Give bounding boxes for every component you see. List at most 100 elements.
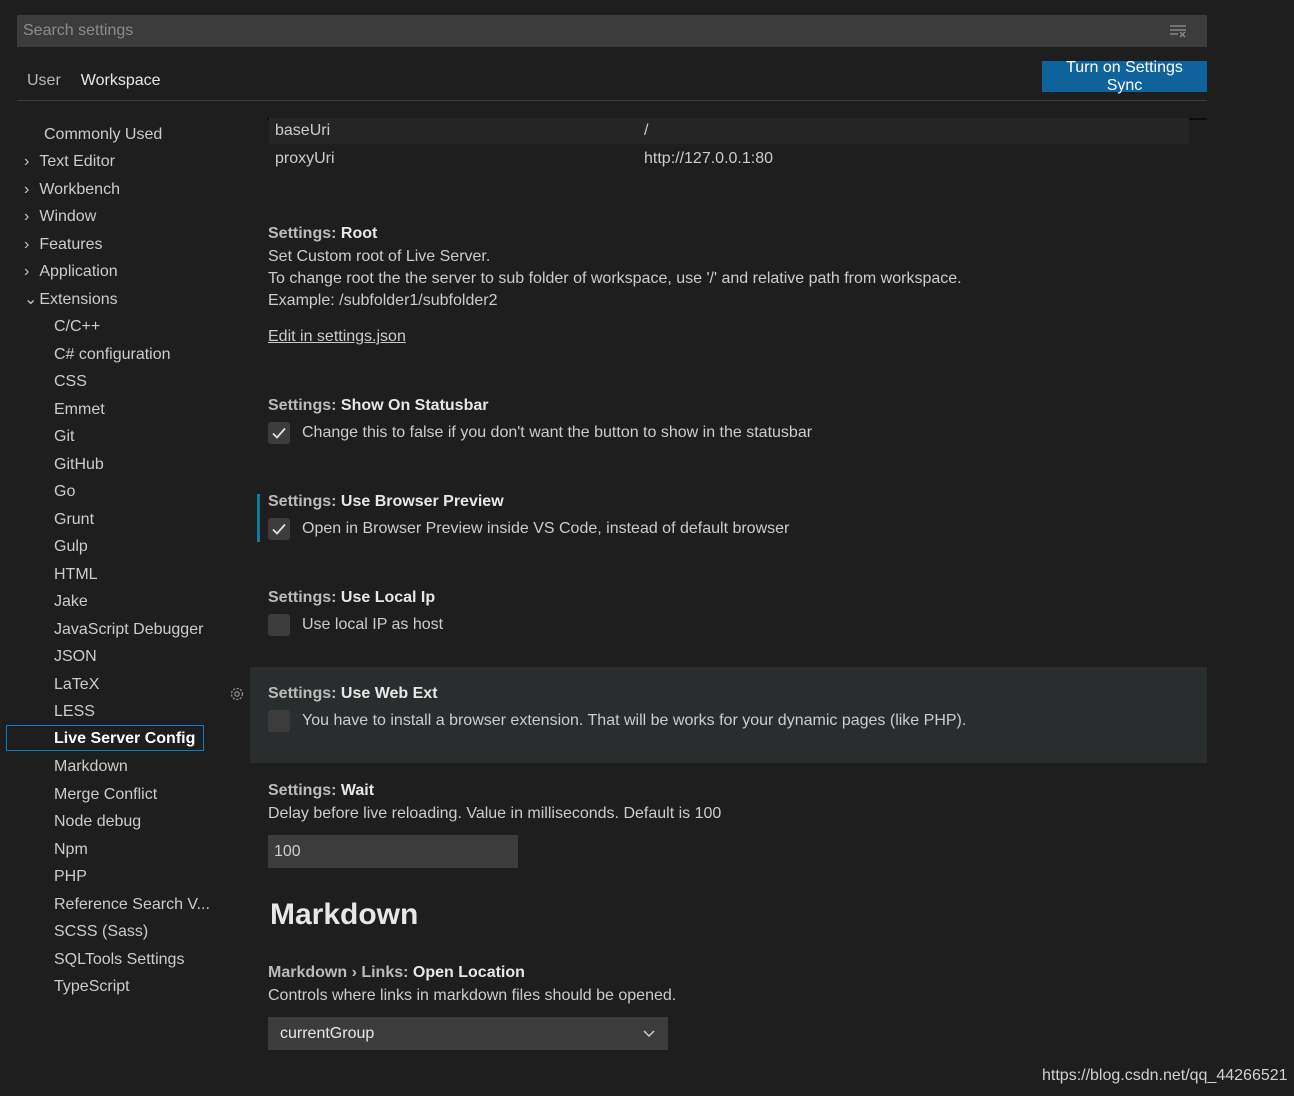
toc-item-ext[interactable]: Npm (54, 837, 88, 863)
table-key: baseUri (275, 122, 331, 139)
checkbox[interactable] (268, 518, 290, 540)
setting-description: Delay before live reloading. Value in mi… (268, 805, 722, 822)
setting-category: Settings: (268, 685, 341, 702)
search-bar[interactable] (17, 15, 1207, 47)
toc-item-ext[interactable]: Node debug (54, 809, 141, 835)
section-title-markdown: Markdown (270, 898, 419, 931)
toc-item-selected[interactable]: Live Server Config (6, 725, 204, 751)
setting-description: Set Custom root of Live Server. (268, 248, 491, 265)
checkbox-label: Open in Browser Preview inside VS Code, … (302, 520, 790, 537)
toc-item-application[interactable]: › Application (24, 259, 118, 285)
setting-title: Settings: Wait (268, 779, 1168, 803)
edit-in-settings-json-link[interactable]: Edit in settings.json (268, 328, 406, 346)
setting-title: Settings: Use Local Ip (268, 586, 1168, 610)
setting-category: Settings: (268, 589, 341, 606)
setting-title: Settings: Use Web Ext (268, 682, 1168, 706)
toc-item-ext[interactable]: GitHub (54, 452, 104, 478)
toc-item-ext[interactable]: C/C++ (54, 314, 100, 340)
toc-item-ext[interactable]: HTML (54, 562, 98, 588)
setting-category: Settings: (268, 782, 341, 799)
toc-item-ext[interactable]: LaTeX (54, 672, 99, 698)
checkmark-icon (272, 427, 286, 439)
toc-item-features[interactable]: › Features (24, 232, 102, 258)
settings-list: baseUri / proxyUri http://127.0.0.1:80 S… (230, 118, 1207, 1096)
chevron-right-icon: › (24, 153, 30, 170)
toc-item-extensions[interactable]: ⌄ Extensions (24, 287, 118, 313)
toc-item-commonly-used[interactable]: Commonly Used (44, 122, 162, 148)
checkbox-label: Use local IP as host (302, 616, 444, 633)
setting-use-web-ext: Settings: Use Web Ext You have to instal… (268, 682, 1168, 734)
toc-item-ext[interactable]: Grunt (54, 507, 94, 533)
toc-item-ext[interactable]: PHP (54, 864, 87, 890)
search-input[interactable] (23, 22, 1153, 40)
setting-show-on-statusbar: Settings: Show On Statusbar Change this … (268, 394, 1168, 446)
watermark-url: https://blog.csdn.net/qq_44266521 (1042, 1067, 1288, 1085)
checkmark-icon (272, 523, 286, 535)
setting-category: Settings: (268, 493, 341, 510)
chevron-right-icon: › (24, 263, 30, 280)
wait-number-input[interactable]: 100 (268, 835, 518, 868)
toc-item-text-editor[interactable]: › Text Editor (24, 149, 115, 175)
checkbox-row: Use local IP as host (268, 612, 1168, 638)
setting-root: Settings: Root Set Custom root of Live S… (268, 222, 1168, 346)
setting-title: Markdown › Links: Open Location (268, 961, 1168, 985)
object-settings-table: baseUri / proxyUri http://127.0.0.1:80 (269, 118, 1189, 174)
setting-name: Use Local Ip (340, 589, 436, 606)
table-row[interactable]: baseUri / (269, 118, 1189, 144)
toc-item-ext[interactable]: Markdown (54, 754, 128, 780)
setting-title: Settings: Root (268, 222, 1168, 246)
toc-item-window[interactable]: › Window (24, 204, 96, 230)
setting-markdown-open-location: Markdown › Links: Open Location Controls… (268, 961, 1168, 1050)
toc-label: Extensions (39, 291, 118, 308)
toc-item-ext[interactable]: CSS (54, 369, 87, 395)
setting-description: Controls where links in markdown files s… (268, 987, 677, 1004)
checkbox-label: Change this to false if you don't want t… (302, 424, 813, 441)
checkbox-row: Change this to false if you don't want t… (268, 420, 1168, 446)
toc-item-ext[interactable]: Go (54, 479, 75, 505)
setting-category: Markdown › Links: (268, 964, 413, 981)
tab-workspace[interactable]: Workspace (70, 62, 171, 101)
toc-item-ext[interactable]: SCSS (Sass) (54, 919, 148, 945)
setting-wait: Settings: Wait Delay before live reloadi… (268, 779, 1168, 868)
setting-name: Root (340, 225, 378, 242)
checkbox[interactable] (268, 710, 290, 732)
setting-name: Show On Statusbar (340, 397, 489, 414)
chevron-right-icon: › (24, 208, 30, 225)
checkbox[interactable] (268, 614, 290, 636)
toc-item-ext[interactable]: Jake (54, 589, 88, 615)
gear-icon[interactable] (228, 685, 246, 703)
chevron-down-icon: ⌄ (24, 291, 38, 308)
toc-item-ext[interactable]: Reference Search V... (54, 892, 210, 918)
toc-item-ext[interactable]: JSON (54, 644, 97, 670)
toc-item-ext[interactable]: C# configuration (54, 342, 171, 368)
tab-user[interactable]: User (17, 62, 71, 100)
setting-use-local-ip: Settings: Use Local Ip Use local IP as h… (268, 586, 1168, 638)
toc-label: Workbench (39, 181, 120, 198)
checkbox-row: You have to install a browser extension.… (268, 708, 1168, 734)
settings-scope-tabs: User Workspace (17, 62, 171, 101)
setting-name: Use Browser Preview (340, 493, 504, 510)
toc-item-ext[interactable]: SQLTools Settings (54, 947, 184, 973)
chevron-down-icon (643, 1029, 655, 1037)
toc-item-ext[interactable]: LESS (54, 699, 95, 725)
table-row[interactable]: proxyUri http://127.0.0.1:80 (269, 144, 1189, 174)
toc-item-ext[interactable]: Emmet (54, 397, 105, 423)
checkbox-row: Open in Browser Preview inside VS Code, … (268, 516, 1168, 542)
toc-label: Window (39, 208, 97, 225)
open-location-select[interactable]: currentGroup (268, 1017, 668, 1050)
toc-item-ext[interactable]: Merge Conflict (54, 782, 157, 808)
checkbox[interactable] (268, 422, 290, 444)
settings-sync-button[interactable]: Turn on Settings Sync (1042, 59, 1207, 94)
toc-item-ext[interactable]: TypeScript (54, 974, 130, 1000)
toc-item-ext[interactable]: JavaScript Debugger (54, 617, 203, 643)
chevron-right-icon: › (24, 236, 30, 253)
toc-item-ext[interactable]: Git (54, 424, 74, 450)
toc-item-ext[interactable]: Gulp (54, 534, 88, 560)
right-gutter (1207, 0, 1294, 1096)
setting-description: To change root the the server to sub fol… (268, 270, 962, 287)
clear-filter-icon[interactable] (1169, 23, 1187, 39)
setting-description: Example: /subfolder1/subfolder2 (268, 292, 498, 309)
table-value: http://127.0.0.1:80 (644, 150, 773, 167)
toc-label: Features (39, 236, 103, 253)
toc-item-workbench[interactable]: › Workbench (24, 177, 120, 203)
